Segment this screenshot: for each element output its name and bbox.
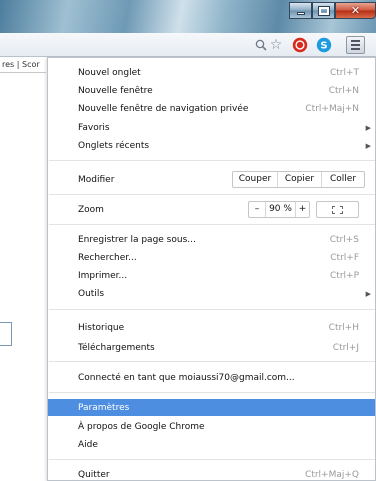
- page-header-fragment: res | Scor: [0, 58, 46, 73]
- menu-item-shortcut: Ctrl+P: [330, 270, 359, 281]
- menu-item-label: Quitter: [78, 469, 110, 480]
- menu-item-bookmarks[interactable]: Favoris ▶: [48, 119, 375, 136]
- edit-button-group: Couper Copier Coller: [232, 171, 365, 188]
- menu-item-shortcut: Ctrl+Maj+N: [305, 103, 359, 114]
- menu-item-history[interactable]: Historique Ctrl+H: [48, 319, 375, 336]
- page-content: [0, 58, 46, 481]
- menu-item-label: Onglets récents: [78, 140, 150, 151]
- menu-item-shortcut: Ctrl+H: [328, 322, 359, 333]
- close-icon: ✕: [350, 4, 361, 17]
- menu-item-label: Téléchargements: [78, 342, 155, 353]
- fullscreen-button[interactable]: [316, 201, 359, 218]
- menu-item-shortcut: Ctrl+Maj+Q: [305, 469, 359, 480]
- menu-item-incognito[interactable]: Nouvelle fenêtre de navigation privée Ct…: [48, 100, 375, 117]
- zoom-controls: – 90 % +: [248, 201, 310, 218]
- menu-item-shortcut: Ctrl+J: [332, 342, 359, 353]
- menu-item-downloads[interactable]: Téléchargements Ctrl+J: [48, 339, 375, 356]
- menu-item-new-tab[interactable]: Nouvel onglet Ctrl+T: [48, 64, 375, 81]
- window-controls: ✕: [289, 2, 376, 19]
- page-input-fragment: [0, 322, 12, 346]
- menu-item-label: Outils: [78, 288, 105, 299]
- maximize-button[interactable]: [312, 2, 335, 19]
- chrome-menu: Nouvel onglet Ctrl+T Nouvelle fenêtre Ct…: [47, 57, 376, 481]
- menu-item-new-window[interactable]: Nouvelle fenêtre Ctrl+N: [48, 82, 375, 99]
- menu-item-about[interactable]: À propos de Google Chrome: [48, 418, 375, 435]
- window-titlebar: ✕: [0, 0, 376, 33]
- chrome-menu-button[interactable]: [346, 36, 365, 54]
- menu-item-label: Paramètres: [78, 402, 130, 413]
- menu-item-print[interactable]: Imprimer... Ctrl+P: [48, 267, 375, 284]
- menu-separator: [49, 160, 375, 161]
- copy-button[interactable]: Copier: [277, 172, 321, 187]
- zoom-level: 90 %: [265, 202, 295, 217]
- menu-separator: [49, 309, 375, 310]
- menu-item-signed-in[interactable]: Connecté en tant que moiaussi70@gmail.co…: [48, 369, 375, 386]
- menu-separator: [49, 392, 375, 393]
- menu-item-shortcut: Ctrl+F: [330, 252, 359, 263]
- close-button[interactable]: ✕: [335, 2, 376, 19]
- menu-item-label: À propos de Google Chrome: [78, 421, 205, 432]
- minimize-button[interactable]: [289, 2, 312, 19]
- menu-item-quit[interactable]: Quitter Ctrl+Maj+Q: [48, 466, 375, 481]
- menu-item-shortcut: Ctrl+N: [328, 85, 359, 96]
- menu-separator: [49, 194, 375, 195]
- menu-item-help[interactable]: Aide: [48, 436, 375, 453]
- menu-item-recent-tabs[interactable]: Onglets récents ▶: [48, 137, 375, 154]
- submenu-arrow-icon: ▶: [365, 289, 371, 298]
- menu-item-shortcut: Ctrl+S: [329, 234, 359, 245]
- menu-item-label: Modifier: [78, 174, 115, 185]
- svg-text:S: S: [320, 41, 327, 52]
- submenu-arrow-icon: ▶: [365, 123, 371, 132]
- menu-item-label: Nouvel onglet: [78, 67, 141, 78]
- stop-extension-icon[interactable]: [291, 36, 309, 54]
- menu-item-label: Zoom: [78, 204, 104, 215]
- menu-item-label: Nouvelle fenêtre de navigation privée: [78, 103, 249, 114]
- menu-item-shortcut: Ctrl+T: [329, 67, 359, 78]
- menu-separator: [49, 361, 375, 362]
- menu-item-label: Historique: [78, 322, 125, 333]
- browser-toolbar: ☆ S: [0, 33, 376, 57]
- menu-item-tools[interactable]: Outils ▶: [48, 285, 375, 302]
- cut-button[interactable]: Couper: [233, 172, 277, 187]
- menu-item-edit: Modifier Couper Copier Coller: [48, 171, 375, 188]
- star-icon[interactable]: ☆: [268, 36, 284, 54]
- menu-item-label: Imprimer...: [78, 270, 128, 281]
- zoom-out-button[interactable]: –: [249, 202, 265, 217]
- zoom-icon[interactable]: [254, 36, 268, 54]
- menu-item-label: Connecté en tant que moiaussi70@gmail.co…: [78, 372, 295, 383]
- zoom-in-button[interactable]: +: [295, 202, 309, 217]
- menu-item-save-page[interactable]: Enregistrer la page sous... Ctrl+S: [48, 231, 375, 248]
- menu-separator: [49, 224, 375, 225]
- menu-item-label: Favoris: [78, 122, 110, 133]
- maximize-icon: [317, 5, 330, 16]
- minimize-icon: [296, 12, 305, 15]
- skype-extension-icon[interactable]: S: [315, 36, 333, 54]
- menu-item-label: Nouvelle fenêtre: [78, 85, 153, 96]
- submenu-arrow-icon: ▶: [365, 141, 371, 150]
- menu-item-zoom: Zoom – 90 % +: [48, 201, 375, 218]
- paste-button[interactable]: Coller: [321, 172, 364, 187]
- menu-item-label: Rechercher...: [78, 252, 137, 263]
- hamburger-menu-icon: [351, 40, 360, 42]
- menu-item-label: Enregistrer la page sous...: [78, 234, 196, 245]
- menu-item-settings[interactable]: Paramètres: [48, 399, 375, 416]
- menu-item-label: Aide: [78, 439, 98, 450]
- menu-separator: [49, 459, 375, 460]
- menu-item-find[interactable]: Rechercher... Ctrl+F: [48, 249, 375, 266]
- fullscreen-icon: [332, 205, 343, 214]
